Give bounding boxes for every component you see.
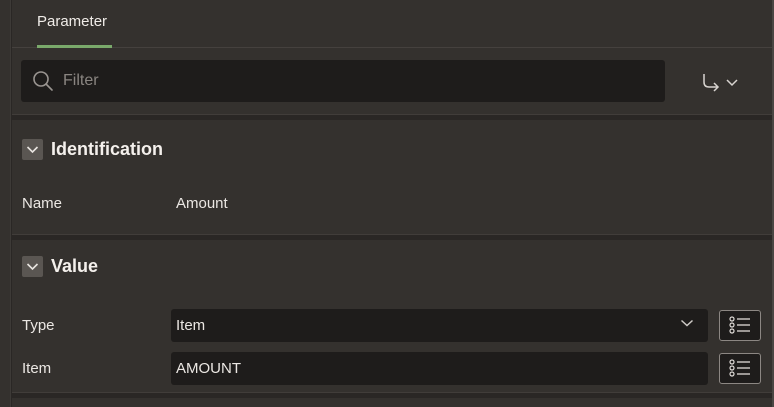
chevron-down-icon <box>726 79 738 87</box>
property-editor-panel: Parameter Identification <box>12 0 772 407</box>
tab-bar: Parameter <box>12 0 772 48</box>
goto-arrow-icon <box>703 74 720 92</box>
value-section-header: Value <box>12 240 772 292</box>
value-collapse-button[interactable] <box>22 255 43 277</box>
item-row: Item AMOUNT <box>12 350 772 386</box>
identification-section-header: Identification <box>12 120 772 178</box>
item-list-button[interactable] <box>719 352 761 384</box>
name-label: Name <box>22 194 63 212</box>
filter-input[interactable] <box>63 72 643 90</box>
list-icon <box>729 359 750 377</box>
chevron-down-icon <box>680 319 694 327</box>
chevron-down-icon <box>26 145 39 153</box>
filter-field[interactable] <box>21 60 665 102</box>
type-selected-value: Item <box>176 316 206 334</box>
left-edge-strip <box>0 0 11 407</box>
identification-collapse-button[interactable] <box>22 138 43 160</box>
item-input[interactable]: AMOUNT <box>171 351 708 385</box>
chevron-down-icon <box>26 262 39 270</box>
section-title: Identification <box>51 138 163 159</box>
name-row: Name Amount <box>12 178 772 228</box>
filter-row <box>12 48 772 114</box>
section-title: Value <box>51 255 99 276</box>
item-label: Item <box>22 359 52 377</box>
type-list-button[interactable] <box>719 309 761 341</box>
tab-parameter[interactable]: Parameter <box>37 0 107 48</box>
type-label: Type <box>22 316 55 334</box>
section-divider <box>12 392 772 398</box>
type-row: Type Item <box>12 300 772 350</box>
search-icon <box>33 71 53 91</box>
goto-group-button[interactable] <box>700 68 744 96</box>
item-value: AMOUNT <box>176 359 241 377</box>
type-select[interactable]: Item <box>171 308 708 342</box>
name-value: Amount <box>176 194 228 212</box>
list-icon <box>729 316 750 334</box>
